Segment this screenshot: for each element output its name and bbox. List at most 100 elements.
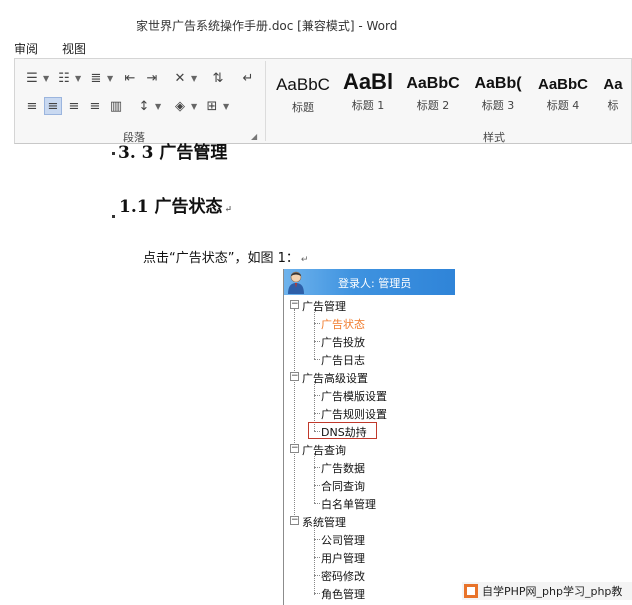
tree-connector [314, 539, 320, 540]
tree-connector [314, 323, 320, 324]
borders-icon[interactable]: ⊞ [203, 97, 221, 115]
user-avatar-icon [288, 271, 304, 294]
tree-item-ad-data[interactable]: 广告数据 [321, 460, 365, 476]
paragraph-mark: ↵ [300, 255, 309, 265]
figure-header: 登录人: 管理员 [284, 269, 455, 295]
partial-heading: 3. 3 广告管理 [118, 143, 228, 163]
bullets-icon[interactable]: ☰ [23, 69, 41, 87]
tree-item-company[interactable]: 公司管理 [321, 532, 365, 548]
distributed-icon[interactable]: ▥ [107, 97, 125, 115]
style-name: 标题 [292, 101, 314, 114]
tree-connector [314, 593, 320, 594]
style-name: 标题 2 [416, 99, 450, 112]
chinese-layout-icon[interactable]: ✕ [171, 69, 189, 87]
tree-connector [314, 413, 320, 414]
style-heading-2[interactable]: AaBbC 标题 2 [401, 63, 465, 117]
body-paragraph: 点击“广告状态”，如图 1： ↵ [143, 247, 308, 266]
body-paragraph-text: 点击“广告状态”，如图 1： [143, 251, 299, 266]
tree-item-template[interactable]: 广告模版设置 [321, 388, 387, 404]
styles-gallery: AaBbC 标题 AaBl 标题 1 AaBbC 标题 2 AaBb( 标题 3… [271, 59, 632, 125]
tree-item-contract-query[interactable]: 合同查询 [321, 478, 365, 494]
paragraph-mark: ↵ [224, 205, 233, 215]
tree-item-rules[interactable]: 广告规则设置 [321, 406, 387, 422]
nav-tree: − 广告管理 广告状态 广告投放 广告日志 − 广告高级设置 广告模版设置 广告… [284, 295, 455, 605]
style-sample: AaBl [342, 69, 394, 94]
collapse-icon[interactable]: − [290, 444, 299, 453]
sort-icon[interactable]: ⇅ [209, 69, 227, 87]
tree-item-user[interactable]: 用户管理 [321, 550, 365, 566]
style-heading-3[interactable]: AaBb( 标题 3 [466, 63, 530, 117]
collapse-icon[interactable]: − [290, 516, 299, 525]
tree-item-password[interactable]: 密码修改 [321, 568, 365, 584]
chinese-layout-dropdown-icon[interactable]: ▼ [191, 74, 197, 83]
group-separator [265, 61, 266, 141]
borders-dropdown-icon[interactable]: ▼ [223, 102, 229, 111]
watermark-logo-icon [464, 584, 478, 598]
style-sample: Aa [603, 76, 623, 93]
style-title[interactable]: AaBbC 标题 [271, 63, 335, 117]
bullets-dropdown-icon[interactable]: ▼ [43, 74, 49, 83]
multilevel-dropdown-icon[interactable]: ▼ [107, 74, 113, 83]
align-left-icon[interactable]: ≡ [23, 97, 41, 115]
style-heading-5[interactable]: Aa 标 [596, 63, 630, 117]
justify-icon[interactable]: ≡ [86, 97, 104, 115]
login-user-label: 登录人: 管理员 [338, 277, 412, 290]
watermark: 自学PHP网_php学习_php教 [462, 582, 632, 600]
tree-connector [314, 467, 320, 468]
increase-indent-icon[interactable]: ⇥ [143, 69, 161, 87]
tree-connector [314, 525, 315, 595]
multilevel-list-icon[interactable]: ≣ [87, 69, 105, 87]
tree-group-system[interactable]: 系统管理 [302, 514, 346, 530]
tree-item-dns-hijack[interactable]: DNS劫持 [321, 424, 367, 440]
style-name: 标题 3 [481, 99, 515, 112]
tree-group-ad-management[interactable]: 广告管理 [302, 298, 346, 314]
tree-group-ad-advanced[interactable]: 广告高级设置 [302, 370, 368, 386]
style-sample: AaBb( [474, 75, 522, 92]
tree-connector [314, 503, 320, 504]
title-bar: 家世界广告系统操作手册.doc [兼容模式] - Word [0, 0, 632, 36]
tab-view[interactable]: 视图 [62, 40, 86, 57]
numbering-icon[interactable]: ☷ [55, 69, 73, 87]
align-right-icon[interactable]: ≡ [65, 97, 83, 115]
collapse-icon[interactable]: − [290, 300, 299, 309]
tree-connector [314, 309, 315, 359]
show-marks-icon[interactable]: ↵ [239, 69, 257, 87]
tree-item-ad-delivery[interactable]: 广告投放 [321, 334, 365, 350]
line-spacing-icon[interactable]: ↕ [135, 97, 153, 115]
collapse-icon[interactable]: − [290, 372, 299, 381]
tree-group-ad-query[interactable]: 广告查询 [302, 442, 346, 458]
ribbon-tabs: 审阅 视图 [0, 36, 632, 58]
figure-screenshot: 登录人: 管理员 − 广告管理 广告状态 广告投放 广告日志 − 广告高级设置 … [283, 269, 455, 605]
shading-icon[interactable]: ◈ [171, 97, 189, 115]
section-heading: 1.1 广告状态 ↵ [119, 192, 232, 217]
tree-connector [314, 453, 315, 503]
style-name: 标题 1 [351, 99, 385, 112]
shading-dropdown-icon[interactable]: ▼ [191, 102, 197, 111]
style-sample: AaBbC [406, 75, 460, 92]
tree-connector [314, 341, 320, 342]
tree-item-role[interactable]: 角色管理 [321, 586, 365, 602]
style-name: 标 [607, 99, 619, 112]
decrease-indent-icon[interactable]: ⇤ [121, 69, 139, 87]
tree-item-ad-log[interactable]: 广告日志 [321, 352, 365, 368]
tree-item-whitelist[interactable]: 白名单管理 [321, 496, 376, 512]
ribbon: ☰ ▼ ☷ ▼ ≣ ▼ ⇤ ⇥ ✕ ▼ ⇅ ↵ ≡ ≡ ≡ ≡ ▥ ↕ ▼ ◈ … [14, 58, 632, 144]
style-sample: AaBbC [276, 75, 330, 94]
style-heading-4[interactable]: AaBbC 标题 4 [531, 63, 595, 117]
style-heading-1[interactable]: AaBl 标题 1 [336, 63, 400, 117]
style-sample: AaBbC [537, 76, 588, 93]
styles-group-label: 样式 [483, 131, 505, 144]
tree-connector [314, 575, 320, 576]
align-center-icon[interactable]: ≡ [44, 97, 62, 115]
paragraph-marker [112, 152, 115, 155]
paragraph-dialog-launcher-icon[interactable]: ◢ [251, 132, 257, 141]
window-title: 家世界广告系统操作手册.doc [兼容模式] - Word [136, 19, 398, 33]
watermark-text: 自学PHP网_php学习_php教 [482, 585, 623, 598]
line-spacing-dropdown-icon[interactable]: ▼ [155, 102, 161, 111]
tab-review[interactable]: 审阅 [14, 40, 38, 57]
paragraph-marker [112, 215, 115, 218]
document-page[interactable]: 3. 3 广告管理 1.1 广告状态 ↵ 点击“广告状态”，如图 1： ↵ 登录人:… [0, 143, 632, 605]
tree-connector [314, 485, 320, 486]
numbering-dropdown-icon[interactable]: ▼ [75, 74, 81, 83]
tree-item-ad-status[interactable]: 广告状态 [321, 316, 365, 332]
